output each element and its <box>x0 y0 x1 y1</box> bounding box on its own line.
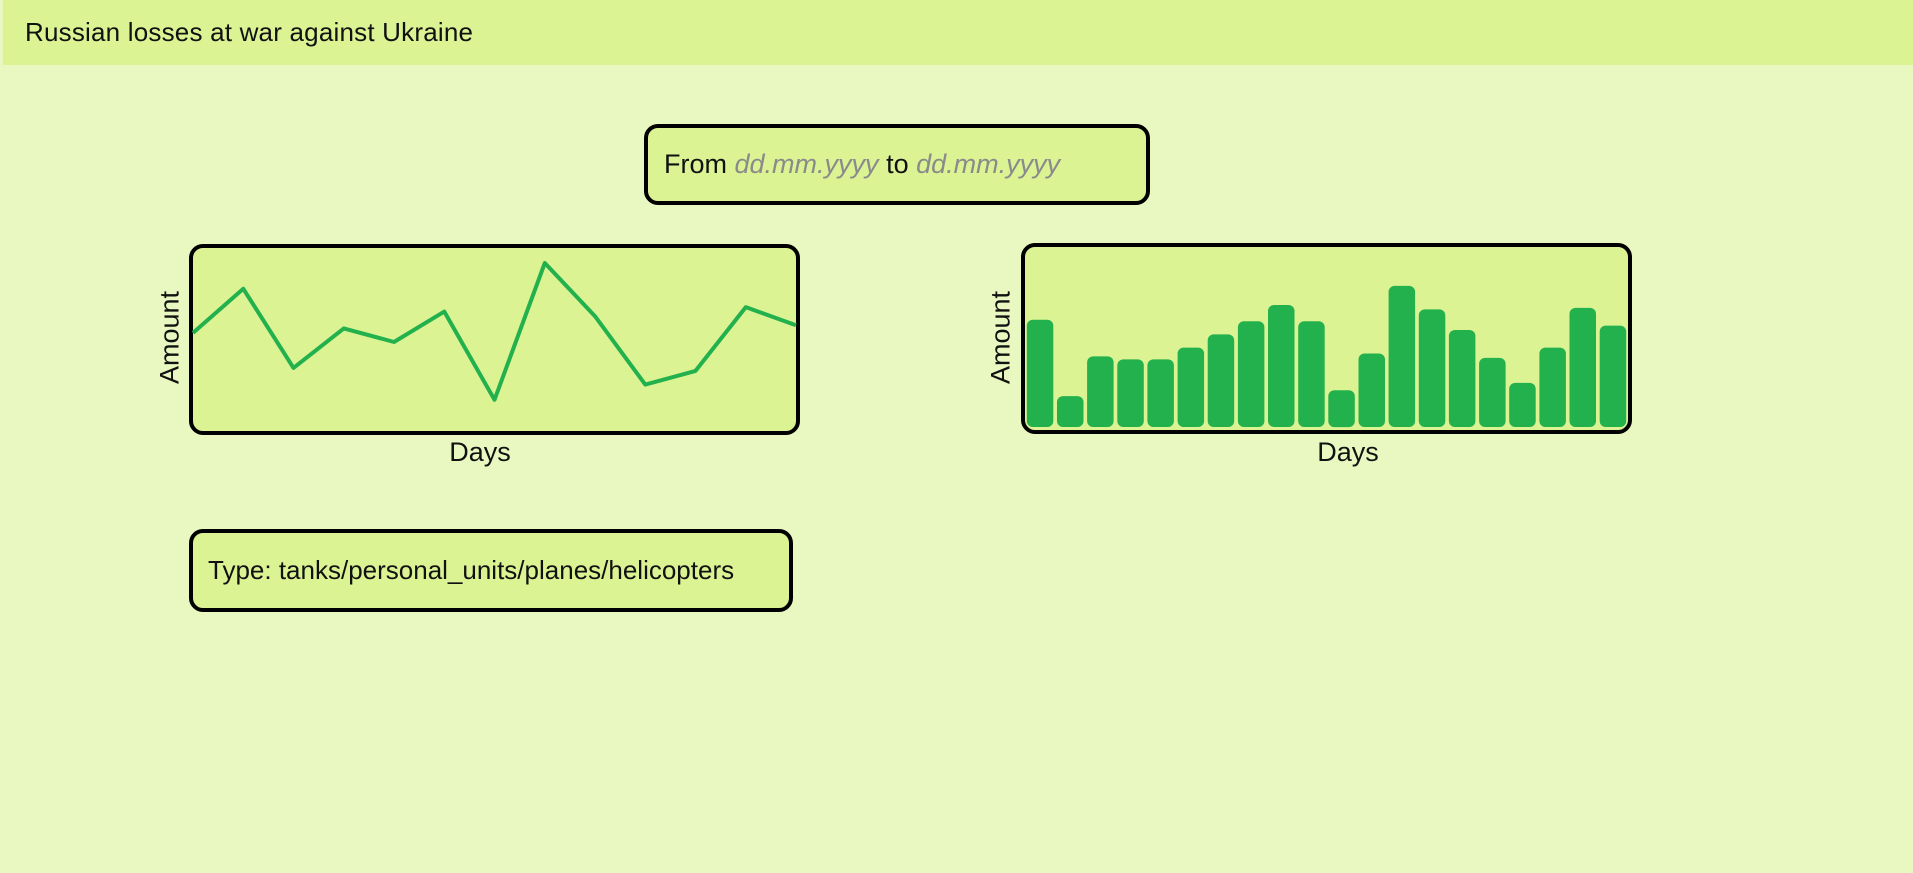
bar <box>1388 285 1416 427</box>
to-label: to <box>886 149 909 179</box>
bar <box>1358 353 1385 427</box>
bar <box>1539 347 1566 427</box>
type-label: Type: <box>208 555 272 585</box>
header-bar: Russian losses at war against Ukraine <box>3 0 1913 65</box>
page-title: Russian losses at war against Ukraine <box>25 17 474 47</box>
bar <box>1268 305 1295 427</box>
from-date-input[interactable]: dd.mm.yyyy <box>735 149 879 180</box>
bar <box>1177 347 1205 427</box>
bar <box>1479 357 1506 427</box>
bar <box>1057 396 1084 427</box>
bar <box>1599 325 1627 427</box>
line-chart <box>191 261 797 402</box>
bar <box>1087 356 1114 427</box>
type-selector[interactable]: Type: tanks/personal_units/planes/helico… <box>189 529 793 612</box>
line-chart-panel <box>189 244 800 435</box>
bar <box>1509 382 1536 427</box>
bar-chart <box>1026 285 1627 428</box>
date-range-filter[interactable]: From dd.mm.yyyy to dd.mm.yyyy <box>644 124 1150 205</box>
to-date-input[interactable]: dd.mm.yyyy <box>916 149 1060 180</box>
line-chart-y-axis-label: Amount <box>154 290 185 385</box>
bar <box>1298 321 1325 427</box>
type-options[interactable]: tanks/personal_units/planes/helicopters <box>279 555 734 586</box>
bar <box>1207 334 1235 427</box>
bar <box>1147 359 1174 427</box>
line-series <box>191 261 797 402</box>
bar-chart-x-axis-label: Days <box>1317 437 1379 467</box>
bar <box>1328 390 1355 428</box>
from-label: From <box>664 149 727 179</box>
line-chart-x-axis-label: Days <box>449 437 511 467</box>
bar <box>1448 330 1476 427</box>
bar <box>1569 307 1596 427</box>
bar <box>1026 319 1054 427</box>
bar <box>1117 359 1144 427</box>
bar <box>1418 309 1446 427</box>
bar <box>1237 321 1265 427</box>
bar-chart-y-axis-label: Amount <box>985 290 1016 385</box>
bar-chart-panel <box>1021 243 1632 434</box>
